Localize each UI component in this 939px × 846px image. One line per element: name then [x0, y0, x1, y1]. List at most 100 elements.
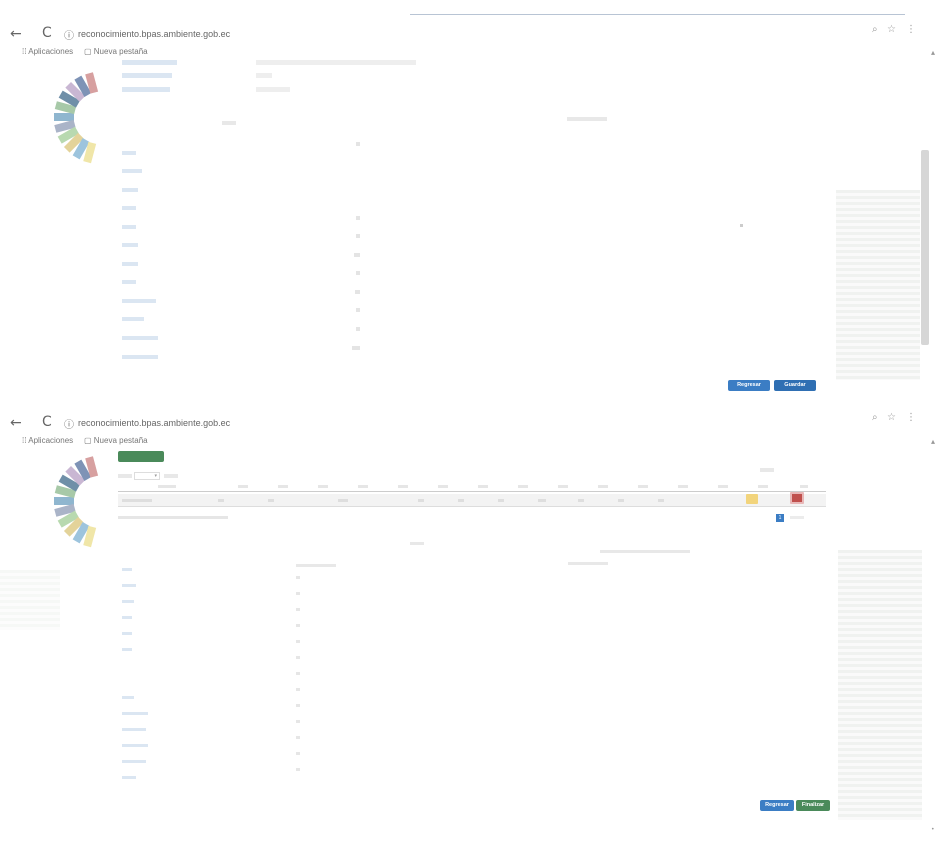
row-value: [356, 327, 360, 331]
column-header[interactable]: [398, 485, 408, 488]
reload-icon[interactable]: C: [42, 414, 52, 430]
row-value: [355, 290, 360, 294]
column-header[interactable]: [558, 485, 568, 488]
table-cell: [538, 499, 546, 502]
table-cell: [458, 499, 464, 502]
entries-select[interactable]: ▾: [134, 472, 160, 480]
row-value: [354, 253, 360, 257]
table-row[interactable]: [118, 492, 826, 507]
row-value: [296, 768, 300, 771]
column-header[interactable]: [478, 485, 488, 488]
header-field-label: [122, 87, 170, 92]
document-icon[interactable]: [746, 494, 758, 504]
row-value: [296, 608, 300, 611]
guardar-button[interactable]: Guardar: [774, 380, 816, 391]
pagination-current[interactable]: 1: [776, 514, 784, 522]
column-header[interactable]: [678, 485, 688, 488]
form-row: [122, 271, 136, 289]
form-row: [122, 216, 136, 234]
back-arrow-icon[interactable]: ←: [10, 26, 22, 42]
bookmark-apps[interactable]: ⁞⁞ Aplicaciones: [22, 47, 73, 56]
row-value: [356, 308, 360, 312]
logo-fan-icon: [54, 456, 99, 548]
column-header[interactable]: [438, 485, 448, 488]
column-header[interactable]: [158, 485, 176, 488]
scroll-down-icon[interactable]: •: [931, 826, 935, 833]
address-bar[interactable]: reconocimiento.bpas.ambiente.gob.ec: [78, 29, 230, 39]
row-value: [296, 752, 300, 755]
star-icon[interactable]: ☆: [887, 24, 896, 35]
info-icon[interactable]: ⓘ: [64, 27, 74, 42]
table-cell: [218, 499, 224, 502]
row-value: [356, 142, 360, 146]
form-row-label: [122, 776, 136, 779]
form-row: [122, 197, 136, 215]
search-label: [760, 468, 774, 472]
browser-screenshot-bottom: ← C ⓘ reconocimiento.bpas.ambiente.gob.e…: [0, 400, 939, 846]
table-cell: [658, 499, 664, 502]
chevron-down-icon: ▾: [154, 473, 157, 479]
table-header: [118, 482, 826, 492]
bookmark-apps[interactable]: ⁞⁞ Aplicaciones: [22, 436, 73, 445]
address-bar[interactable]: reconocimiento.bpas.ambiente.gob.ec: [78, 418, 230, 428]
column-header[interactable]: [518, 485, 528, 488]
regresar-button[interactable]: Regresar: [760, 800, 794, 811]
column-header[interactable]: [278, 485, 288, 488]
row-value: [296, 576, 300, 579]
table-cell: [578, 499, 584, 502]
form-row-label: [122, 584, 136, 587]
column-header[interactable]: [598, 485, 608, 488]
menu-icon[interactable]: ⋮: [906, 24, 916, 35]
column-header[interactable]: [718, 485, 728, 488]
column-header[interactable]: [318, 485, 328, 488]
form-row-label: [122, 744, 148, 747]
table-cell: [618, 499, 624, 502]
table-cell: [418, 499, 424, 502]
row-value: [296, 656, 300, 659]
form-row: [122, 160, 142, 178]
form-row: [122, 290, 156, 308]
page-icon: ▢: [84, 436, 94, 445]
row-value: [352, 346, 360, 350]
section-caption-right: [567, 117, 607, 121]
reload-icon[interactable]: C: [42, 25, 52, 41]
finalizar-button[interactable]: Finalizar: [796, 800, 830, 811]
scrollbar-thumb[interactable]: [921, 150, 929, 345]
table-cell: [498, 499, 504, 502]
table-info: [118, 516, 228, 519]
row-value: [296, 688, 300, 691]
tab-strip-line: [410, 14, 905, 15]
form-row: [122, 253, 138, 271]
form-row-label: [122, 600, 134, 603]
form-row-label: [122, 712, 148, 715]
bookmark-new-tab[interactable]: ▢ Nueva pestaña: [84, 436, 148, 445]
scroll-up-icon[interactable]: ▴: [931, 48, 935, 57]
scroll-up-icon[interactable]: ▴: [931, 437, 935, 446]
star-icon[interactable]: ☆: [887, 412, 896, 423]
regresar-button[interactable]: Regresar: [728, 380, 770, 391]
page-icon: ▢: [84, 47, 94, 56]
new-record-button[interactable]: [118, 451, 164, 462]
menu-icon[interactable]: ⋮: [906, 412, 916, 423]
column-header[interactable]: [358, 485, 368, 488]
stray-dot: [740, 224, 743, 227]
column-header[interactable]: [758, 485, 768, 488]
form-row-label: [122, 568, 132, 571]
show-entries-label: [118, 474, 132, 478]
back-arrow-icon[interactable]: ←: [10, 415, 22, 431]
row-value: [356, 216, 360, 220]
column-header[interactable]: [638, 485, 648, 488]
pagination-next[interactable]: [790, 516, 804, 519]
bookmark-new-tab[interactable]: ▢ Nueva pestaña: [84, 47, 148, 56]
column-header[interactable]: [800, 485, 808, 488]
row-value: [356, 271, 360, 275]
column-caption: [296, 564, 336, 567]
row-value: [296, 624, 300, 627]
search-icon[interactable]: ⌕: [872, 412, 878, 423]
column-header[interactable]: [238, 485, 248, 488]
info-icon[interactable]: ⓘ: [64, 416, 74, 431]
pdf-icon[interactable]: [790, 492, 804, 504]
header-field-label: [122, 60, 177, 65]
search-icon[interactable]: ⌕: [872, 24, 878, 35]
table-cell: [268, 499, 274, 502]
